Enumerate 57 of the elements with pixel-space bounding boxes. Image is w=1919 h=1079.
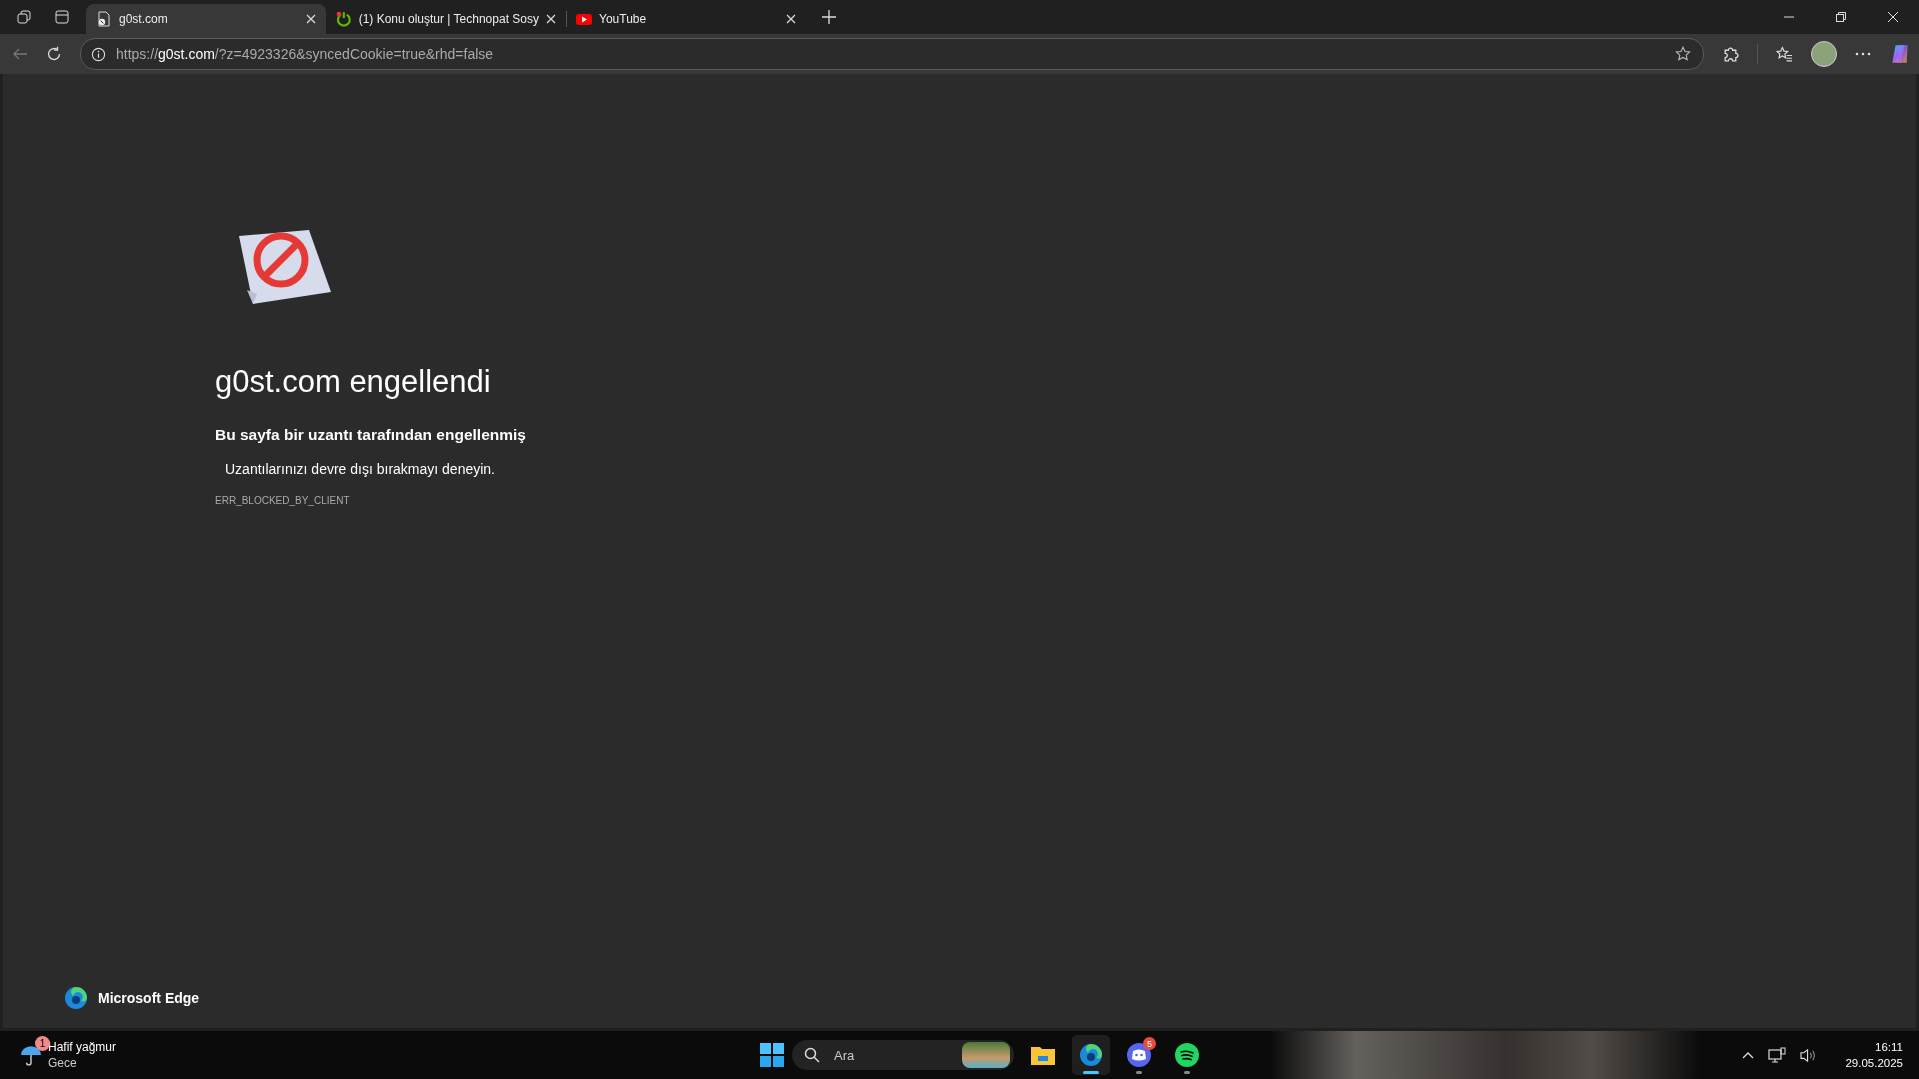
tab-title: YouTube — [599, 12, 648, 26]
browser-tab[interactable]: g0st.com — [86, 4, 326, 34]
copilot-icon[interactable] — [1889, 43, 1911, 65]
brand-name: Microsoft Edge — [98, 990, 200, 1006]
more-icon[interactable] — [1855, 52, 1871, 56]
info-icon[interactable] — [91, 46, 106, 62]
taskbar-app-button[interactable]: 5 — [1120, 1035, 1158, 1075]
error-subheading: Bu sayfa bir uzantı tarafından engellenmiş — [215, 426, 526, 444]
suggestion-text: Uzantılarınızı devre dışı bırakmayı deneyin. — [225, 461, 495, 477]
puzzle-piece-icon[interactable] — [1722, 45, 1739, 63]
notification-badge: 5 — [1143, 1037, 1156, 1050]
notification-badge: 1 — [35, 1036, 50, 1051]
browser-tab[interactable]: (1) Konu oluştur | Technopat Sosy — [326, 4, 566, 34]
taskbar-search-field[interactable]: Ara — [792, 1040, 1014, 1070]
speaker-icon[interactable] — [1800, 1047, 1818, 1063]
close-icon[interactable] — [546, 14, 556, 24]
edge-logo-icon — [1079, 1043, 1103, 1067]
tab-title: (1) Konu oluştur | Technopat Sosy — [358, 12, 539, 26]
error-heading: g0st.com engellendi — [215, 364, 491, 400]
clock-time: 16:11 — [1875, 1040, 1903, 1055]
weather-period: Gece — [48, 1055, 78, 1071]
taskbar-app-button[interactable] — [1072, 1035, 1110, 1075]
weather-widget[interactable]: 1 Hafif yağmur Gece — [0, 1039, 320, 1071]
play-logo-icon — [576, 11, 592, 27]
tab-actions-icon[interactable] — [54, 9, 70, 25]
close-icon[interactable] — [306, 14, 316, 24]
weather-condition: Hafif yağmur — [48, 1039, 117, 1055]
favorites-icon[interactable] — [1776, 45, 1793, 63]
back-arrow-icon[interactable] — [12, 46, 28, 62]
chat-controller-icon — [1127, 1043, 1151, 1067]
close-icon[interactable] — [786, 14, 796, 24]
browser-tab[interactable]: YouTube — [566, 4, 806, 34]
search-icon — [804, 1047, 820, 1063]
search-input[interactable]: Ara — [832, 1046, 950, 1064]
clock[interactable]: 16:11 29.05.2025 — [1845, 1039, 1903, 1071]
address-bar[interactable]: https://g0st.com/?z=4923326&syncedCookie=true&rhd=false — [80, 38, 1704, 70]
error-code: ERR_BLOCKED_BY_CLIENT — [215, 495, 350, 506]
workspaces-icon[interactable] — [16, 9, 32, 25]
power-ring-icon — [336, 11, 352, 27]
chevron-up-icon[interactable] — [1742, 1051, 1755, 1059]
clock-date: 29.05.2025 — [1845, 1056, 1903, 1071]
new-tab-icon[interactable] — [822, 10, 836, 24]
restore-icon[interactable] — [1836, 12, 1846, 22]
network-icon[interactable] — [1768, 1047, 1787, 1063]
tab-title: g0st.com — [119, 12, 169, 26]
folder-icon — [1031, 1045, 1055, 1065]
umbrella-icon — [20, 1044, 42, 1066]
url-text: https://g0st.com/?z=4923326&syncedCookie=true&rhd=false — [116, 46, 494, 62]
edge-logo-icon — [64, 986, 88, 1010]
star-icon[interactable] — [1675, 46, 1691, 62]
landscape-illustration — [962, 1042, 1010, 1068]
close-icon[interactable] — [1888, 12, 1898, 22]
windows-start-icon[interactable] — [760, 1043, 784, 1067]
profile-avatar[interactable] — [1811, 41, 1837, 67]
sound-waves-logo-icon — [1175, 1043, 1199, 1067]
blocked-page-icon — [96, 11, 112, 27]
refresh-icon[interactable] — [46, 46, 62, 62]
